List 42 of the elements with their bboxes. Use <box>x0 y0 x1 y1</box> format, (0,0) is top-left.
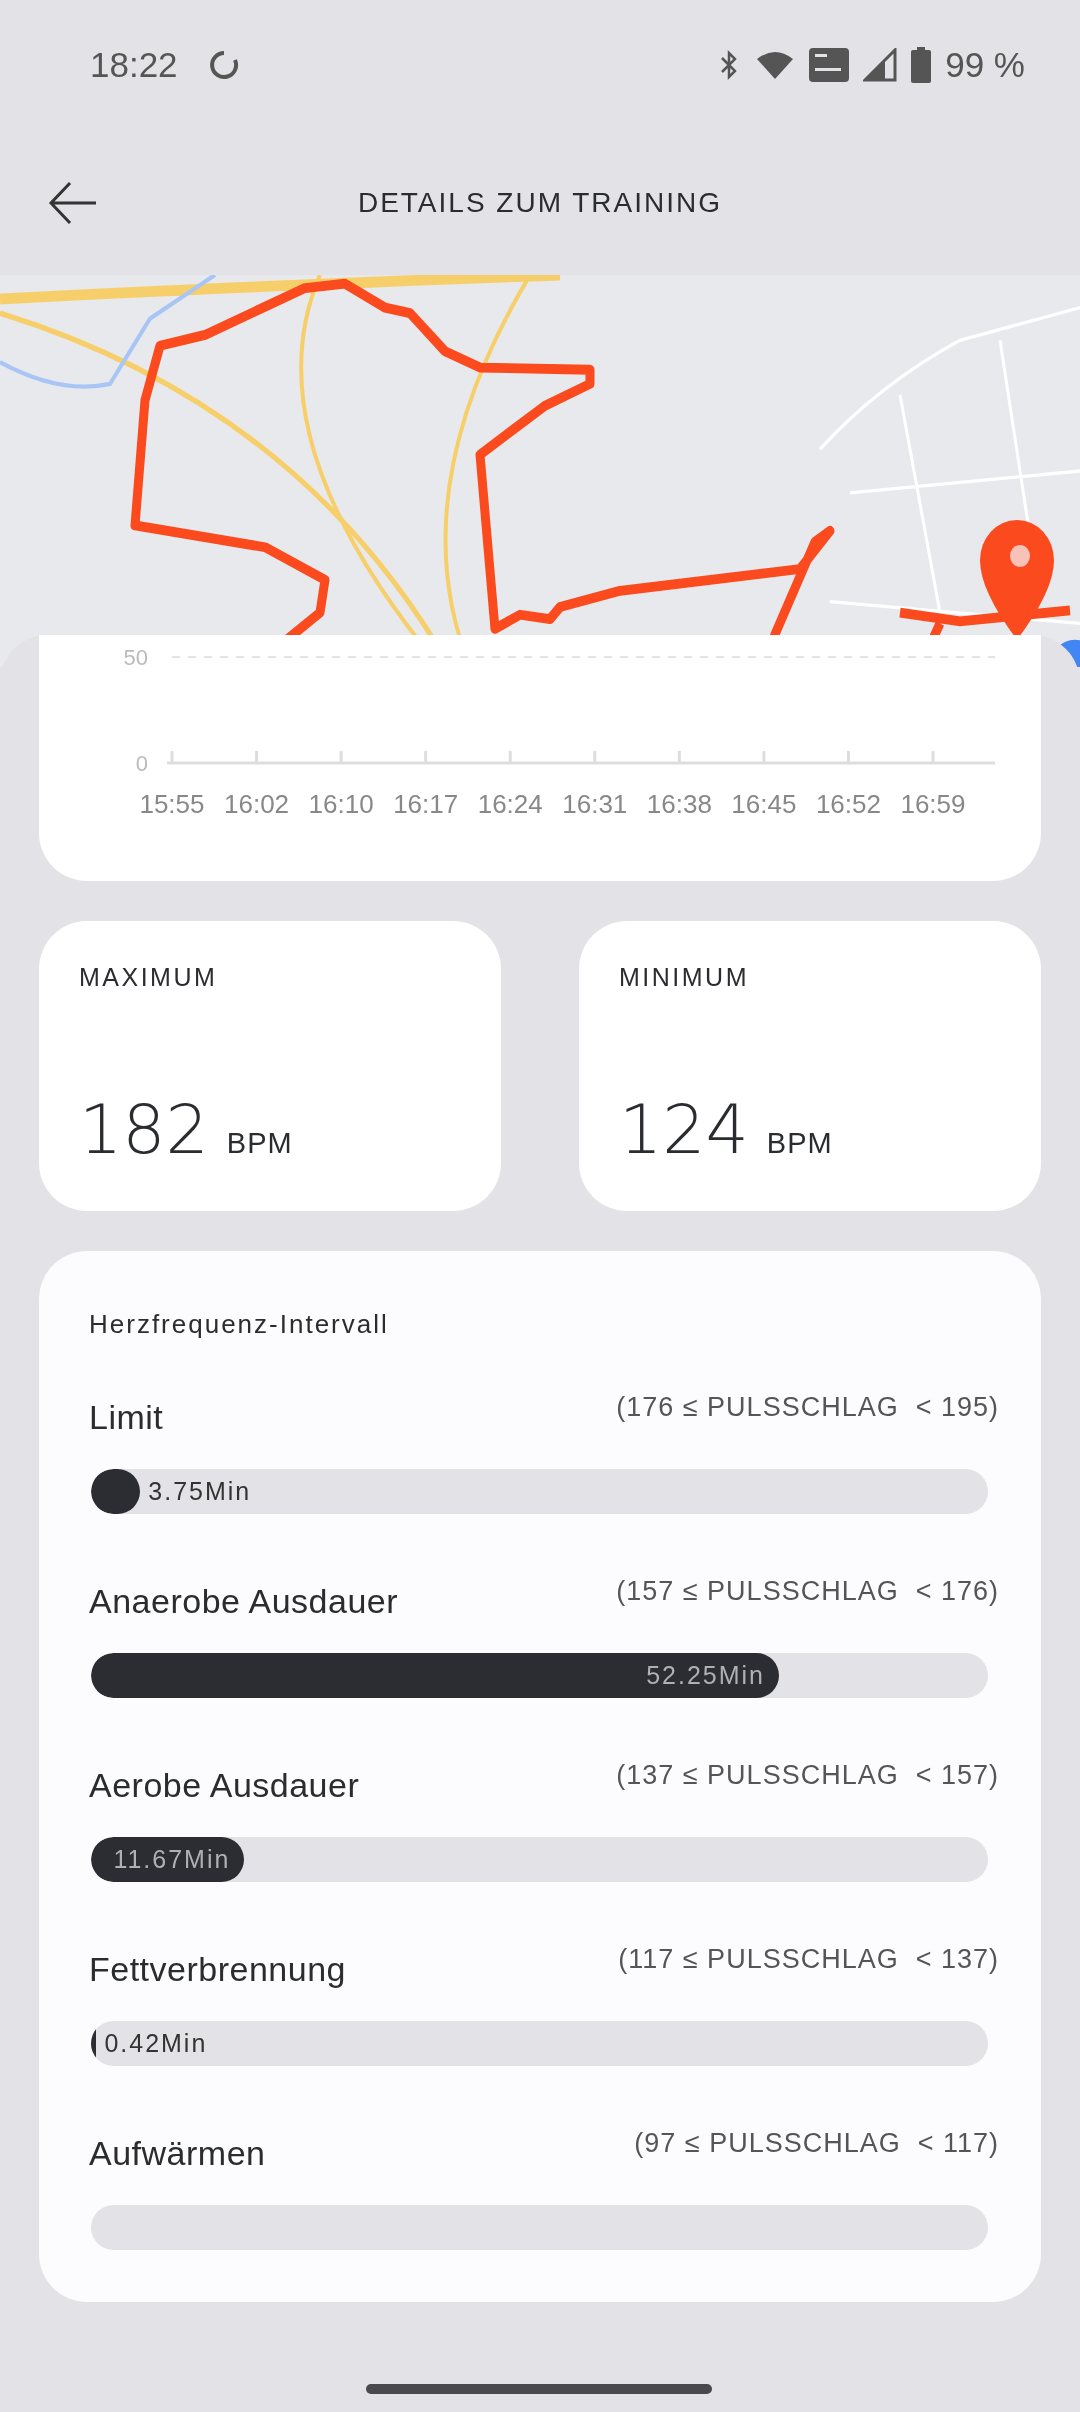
status-time: 18:22 <box>90 45 178 85</box>
duration-label: 0.42Min <box>103 2028 208 2059</box>
screen-title: DETAILS ZUM TRAINING <box>357 186 723 219</box>
sync-icon <box>207 49 240 81</box>
x-axis-label: 16:38 <box>646 789 712 819</box>
volte-icon <box>809 48 850 82</box>
zone-range: (157 ≤ PULSSCHLAG < 176) <box>616 1576 999 1607</box>
zone-range: (137 ≤ PULSSCHLAG < 157) <box>616 1760 999 1791</box>
zone-range: (176 ≤ PULSSCHLAG < 195) <box>616 1392 999 1423</box>
x-axis-label: 16:45 <box>731 789 797 819</box>
duration-label: 3.75Min <box>147 1476 252 1507</box>
duration-label: 52.25Min <box>646 1660 766 1691</box>
zone-range: (117 ≤ PULSSCHLAG < 137) <box>618 1944 999 1975</box>
zone-name: Limit <box>89 1398 164 1437</box>
x-axis-label: 16:17 <box>393 789 459 819</box>
zone-range: (97 ≤ PULSSCHLAG < 117) <box>634 2128 999 2159</box>
stat-value: 182 <box>79 1090 209 1169</box>
signal-icon <box>863 48 898 82</box>
zone-name: Anaerobe Ausdauer <box>89 1582 399 1621</box>
y-axis-label: 0 <box>135 751 148 776</box>
battery-level: 99 % <box>945 45 1025 85</box>
zone-name: Fettverbrennung <box>89 1950 346 1989</box>
back-icon[interactable] <box>48 180 98 225</box>
y-axis-label: 50 <box>123 645 148 670</box>
section-title: Herzfrequenz-Intervall <box>89 1309 390 1340</box>
duration-label: 11.67Min <box>113 1844 232 1875</box>
zone-name: Aerobe Ausdauer <box>89 1766 360 1805</box>
wifi-icon <box>755 49 796 81</box>
x-axis-label: 16:24 <box>477 789 543 819</box>
x-axis-label: 16:02 <box>224 789 290 819</box>
stat-label: MINIMUM <box>619 963 750 992</box>
battery-icon <box>911 47 932 83</box>
stat-unit: BPM <box>766 1127 833 1160</box>
stat-unit: BPM <box>226 1127 293 1160</box>
x-axis-label: 16:59 <box>900 789 966 819</box>
stat-label: MAXIMUM <box>79 963 219 992</box>
zone-name: Aufwärmen <box>89 2134 266 2173</box>
x-axis-label: 16:31 <box>562 789 628 819</box>
x-axis-label: 16:52 <box>815 789 881 819</box>
x-axis-label: 16:10 <box>308 789 374 819</box>
stat-value: 124 <box>619 1090 749 1169</box>
x-axis-label: 15:55 <box>139 789 205 819</box>
